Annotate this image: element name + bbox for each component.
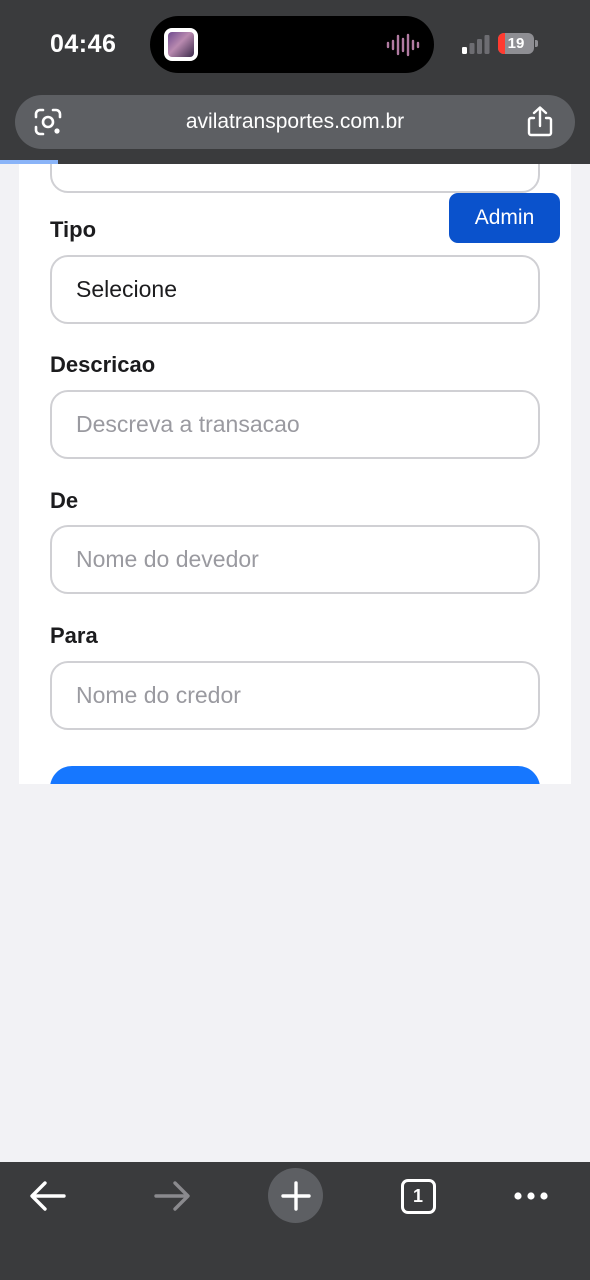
bottom-toolbar: 1 [0, 1162, 590, 1280]
audio-waveform-icon [386, 33, 420, 57]
tab-switcher-button[interactable]: 1 [392, 1162, 444, 1230]
browser-screen: 04:46 19 avilatransportes.com.br Tipo Se… [0, 0, 590, 1280]
previous-field[interactable] [50, 164, 540, 193]
transaction-form: Tipo Selecione Descricao De Para [19, 164, 571, 784]
tabs-icon: 1 [400, 1178, 436, 1214]
top-chrome: 04:46 19 avilatransportes.com.br [0, 0, 590, 164]
descricao-field[interactable] [50, 390, 540, 459]
tipo-selected-value: Selecione [76, 276, 178, 302]
de-input[interactable] [52, 527, 538, 592]
dynamic-island[interactable] [150, 16, 434, 73]
now-playing-artwork[interactable] [164, 28, 198, 61]
back-button[interactable] [22, 1162, 74, 1230]
share-icon[interactable] [525, 106, 555, 138]
para-label: Para [50, 623, 98, 648]
submit-button[interactable] [50, 766, 540, 784]
para-field[interactable] [50, 661, 540, 730]
more-icon [514, 1192, 548, 1200]
battery-icon: 19 [498, 33, 538, 54]
descricao-label: Descricao [50, 352, 156, 377]
plus-icon [280, 1180, 311, 1211]
more-button[interactable] [505, 1162, 557, 1230]
status-time: 04:46 [50, 30, 117, 58]
forward-arrow-icon [154, 1181, 190, 1211]
descricao-input[interactable] [52, 392, 538, 457]
para-input[interactable] [52, 663, 538, 728]
forward-button[interactable] [146, 1162, 198, 1230]
cellular-signal-icon [462, 35, 490, 54]
back-arrow-icon [30, 1181, 66, 1211]
de-field[interactable] [50, 525, 540, 594]
de-label: De [50, 488, 79, 513]
address-bar[interactable]: avilatransportes.com.br [15, 95, 575, 149]
battery-level: 19 [507, 35, 525, 52]
google-lens-icon[interactable] [33, 107, 63, 137]
tipo-label: Tipo [50, 217, 97, 242]
admin-button[interactable]: Admin [449, 193, 560, 243]
tipo-select[interactable]: Selecione [50, 255, 540, 324]
new-tab-button[interactable] [268, 1168, 323, 1223]
url-text[interactable]: avilatransportes.com.br [75, 95, 515, 149]
